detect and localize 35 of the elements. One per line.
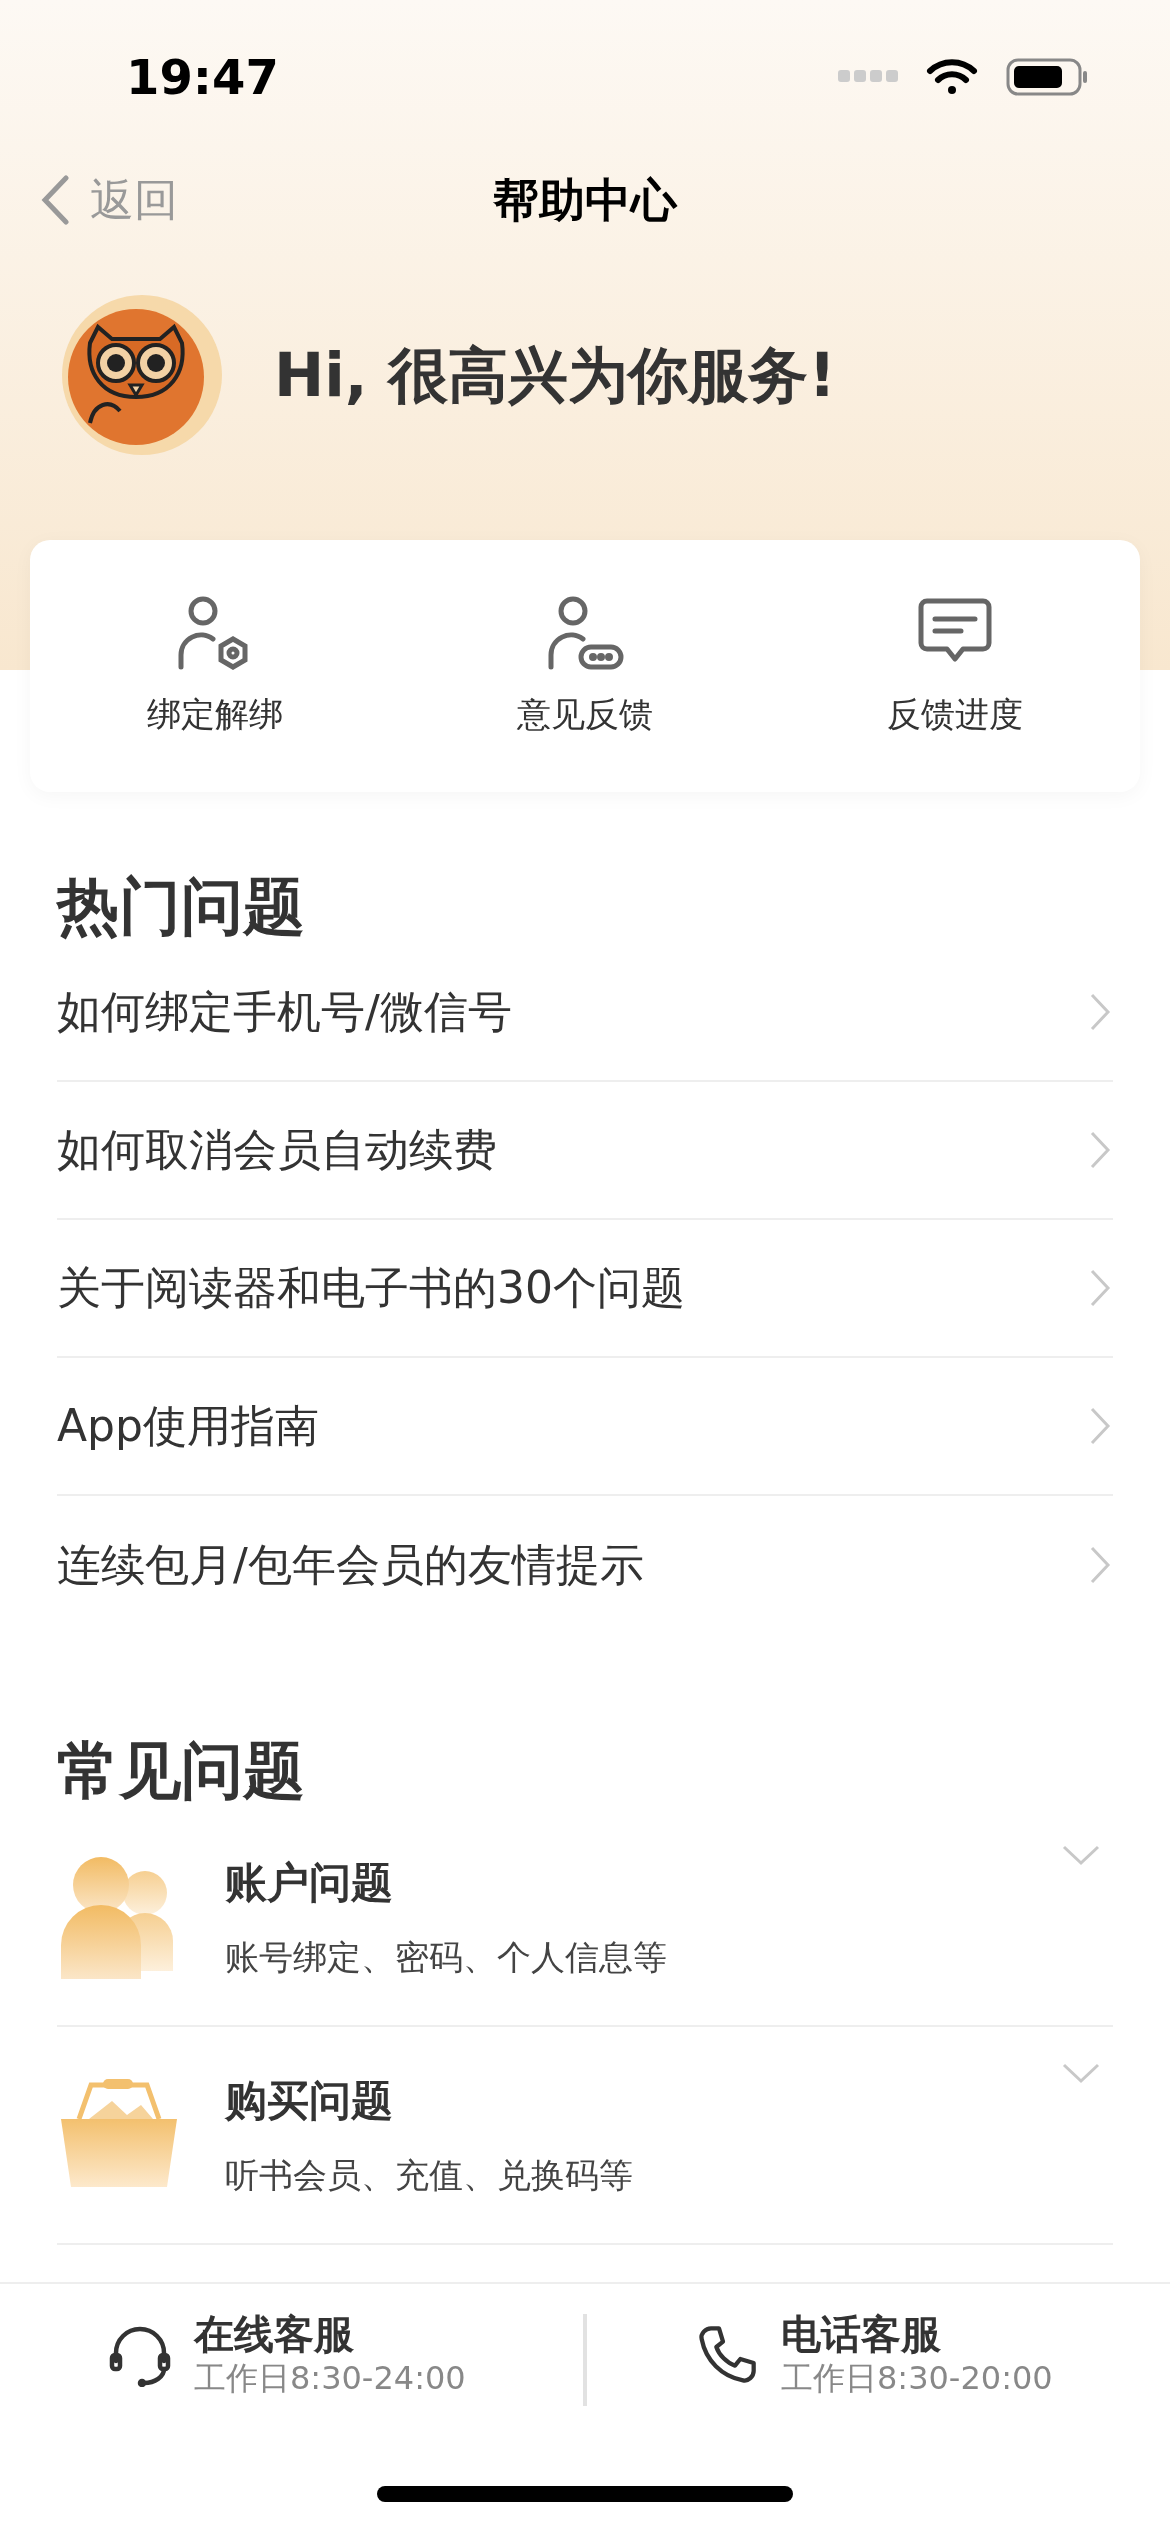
quick-action-button[interactable]: 反馈进度 (770, 540, 1140, 792)
chevron-right-icon (1089, 1406, 1111, 1447)
chevron-right-icon (1089, 1545, 1111, 1586)
question-item[interactable]: 关于阅读器和电子书的30个问题 (57, 1220, 1113, 1359)
question-item[interactable]: 连续包月/包年会员的友情提示 (57, 1496, 1113, 1635)
support-title: 在线客服 (194, 2310, 355, 2358)
quick-action-button[interactable]: 绑定解绑 (30, 540, 400, 792)
chevron-right-icon (1089, 992, 1111, 1033)
question-item[interactable]: App使用指南 (57, 1358, 1113, 1497)
chevron-right-icon (1089, 1268, 1111, 1309)
status-time: 19:47 (126, 48, 279, 107)
category-item[interactable]: 账户问题 账号绑定、密码、个人信息等 (57, 1808, 1113, 2027)
category-title: 账户问题 (225, 1856, 394, 1909)
support-hours: 工作日8:30-24:00 (194, 2358, 466, 2399)
category-subtitle: 听书会员、充值、兑换码等 (225, 2153, 634, 2197)
category-item[interactable]: 购买问题 听书会员、充值、兑换码等 (57, 2026, 1113, 2245)
wifi-icon (926, 57, 978, 97)
section-heading: 常见问题 (57, 1734, 306, 1809)
owl-avatar-icon (60, 293, 224, 457)
chevron-left-icon (40, 175, 70, 225)
signal-icon (838, 70, 898, 84)
battery-icon (1006, 57, 1090, 97)
greeting-text: Hi, 很高兴为你服务! (274, 339, 836, 412)
support-hours: 工作日8:30-20:00 (781, 2358, 1053, 2399)
question-item[interactable]: 如何绑定手机号/微信号 (57, 944, 1113, 1083)
support-title: 电话客服 (781, 2310, 942, 2358)
chevron-right-icon (1089, 1130, 1111, 1171)
section-heading: 热门问题 (57, 870, 306, 945)
category-subtitle: 账号绑定、密码、个人信息等 (225, 1935, 668, 1979)
quick-action-button[interactable]: 意见反馈 (400, 540, 770, 792)
question-item[interactable]: 如何取消会员自动续费 (57, 1082, 1113, 1221)
support-button[interactable]: 在线客服 工作日8:30-24:00 (0, 2310, 583, 2400)
support-button[interactable]: 电话客服 工作日8:30-20:00 (587, 2310, 1170, 2400)
page-title: 帮助中心 (493, 171, 677, 229)
category-title: 购买问题 (225, 2074, 394, 2127)
